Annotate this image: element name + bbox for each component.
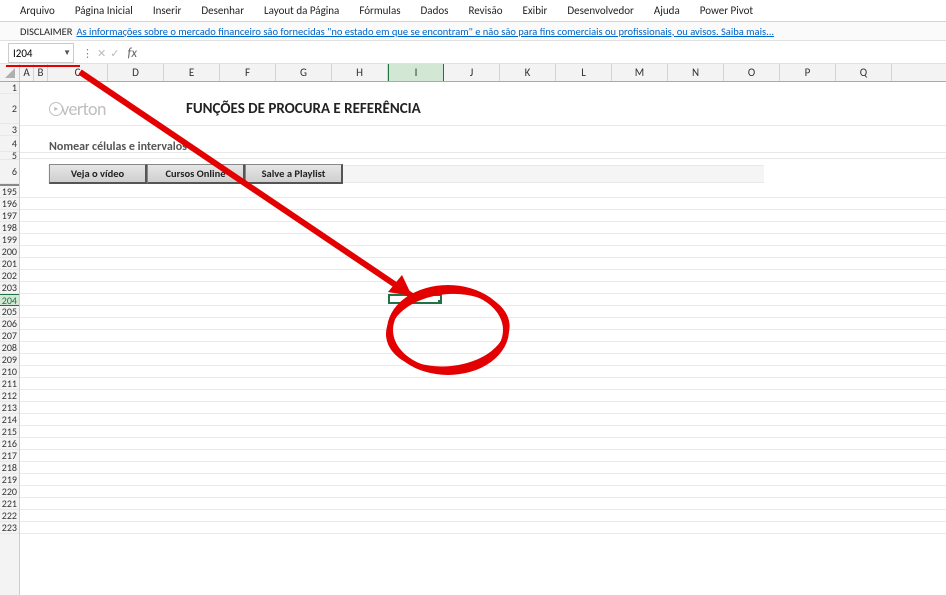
col-head-k[interactable]: K xyxy=(500,64,556,81)
col-head-l[interactable]: L xyxy=(556,64,612,81)
logo: ▸verton xyxy=(49,98,106,120)
col-head-d[interactable]: D xyxy=(108,64,164,81)
btn-veja-video[interactable]: Veja o vídeo xyxy=(49,164,147,184)
spreadsheet-grid: 1234561951961971981992002012022032042052… xyxy=(0,82,946,595)
formula-input[interactable] xyxy=(143,43,946,63)
tab-revisao[interactable]: Revisão xyxy=(458,1,512,20)
section-subtitle: Nomear células e intervalos xyxy=(49,140,187,154)
col-head-j[interactable]: J xyxy=(444,64,500,81)
row-headers: 1234561951961971981992002012022032042052… xyxy=(0,82,20,595)
formula-bar-controls: ⋮ ✕ ✓ fx xyxy=(82,46,137,61)
col-head-m[interactable]: M xyxy=(612,64,668,81)
col-head-h[interactable]: H xyxy=(332,64,388,81)
tab-desenvolvedor[interactable]: Desenvolvedor xyxy=(557,1,644,20)
col-head-n[interactable]: N xyxy=(668,64,724,81)
tab-dados[interactable]: Dados xyxy=(411,1,459,20)
row-head-3[interactable]: 3 xyxy=(0,124,19,136)
column-headers: ABCDEFGHIJKLMNOPQ xyxy=(0,64,946,82)
tab-inserir[interactable]: Inserir xyxy=(143,1,192,20)
tab-layout[interactable]: Layout da Página xyxy=(254,1,349,20)
row-head-6[interactable]: 6 xyxy=(0,160,19,184)
col-head-g[interactable]: G xyxy=(276,64,332,81)
cells-area[interactable]: ▸verton FUNÇÕES DE PROCURA E REFERÊNCIA … xyxy=(20,82,946,595)
col-head-p[interactable]: P xyxy=(780,64,836,81)
btn-cursos-online[interactable]: Cursos Online xyxy=(147,164,245,184)
chevron-down-icon[interactable]: ▼ xyxy=(63,48,71,58)
name-box[interactable]: I204 ▼ xyxy=(8,43,74,63)
disclaimer-bar: DISCLAIMER As informações sobre o mercad… xyxy=(0,22,946,40)
active-cell[interactable] xyxy=(388,294,442,304)
col-head-q[interactable]: Q xyxy=(836,64,892,81)
disclaimer-label: DISCLAIMER xyxy=(20,25,72,38)
row-head-2[interactable]: 2 xyxy=(0,94,19,124)
tab-power-pivot[interactable]: Power Pivot xyxy=(690,1,763,20)
tab-formulas[interactable]: Fórmulas xyxy=(349,1,410,20)
disclaimer-link[interactable]: As informações sobre o mercado financeir… xyxy=(76,25,774,38)
tab-desenhar[interactable]: Desenhar xyxy=(191,1,254,20)
formula-bar: I204 ▼ ⋮ ✕ ✓ fx xyxy=(0,40,946,64)
row-head-203[interactable]: 203 xyxy=(0,282,19,294)
page-title: FUNÇÕES DE PROCURA E REFERÊNCIA xyxy=(186,100,421,118)
tab-arquivo[interactable]: Arquivo xyxy=(10,1,65,20)
tab-pagina-inicial[interactable]: Página Inicial xyxy=(65,1,143,20)
cancel-icon[interactable]: ✕ xyxy=(97,47,106,60)
row-head-1[interactable]: 1 xyxy=(0,82,19,94)
annotation-underline xyxy=(6,65,80,67)
confirm-icon[interactable]: ✓ xyxy=(110,47,119,60)
fx-icon[interactable]: fx xyxy=(123,46,137,61)
name-split-icon[interactable]: ⋮ xyxy=(82,47,93,60)
row-head-223[interactable]: 223 xyxy=(0,522,19,534)
ribbon-tabs: Arquivo Página Inicial Inserir Desenhar … xyxy=(0,0,946,22)
btn-salve-playlist[interactable]: Salve a Playlist xyxy=(245,164,343,184)
row-head-5[interactable]: 5 xyxy=(0,152,19,160)
tab-ajuda[interactable]: Ajuda xyxy=(644,1,690,20)
button-row: Veja o vídeo Cursos Online Salve a Playl… xyxy=(49,164,343,184)
col-head-f[interactable]: F xyxy=(220,64,276,81)
tab-exibir[interactable]: Exibir xyxy=(513,1,558,20)
col-head-e[interactable]: E xyxy=(164,64,220,81)
col-head-i[interactable]: I xyxy=(388,64,444,81)
col-head-o[interactable]: O xyxy=(724,64,780,81)
name-box-value: I204 xyxy=(13,47,33,60)
